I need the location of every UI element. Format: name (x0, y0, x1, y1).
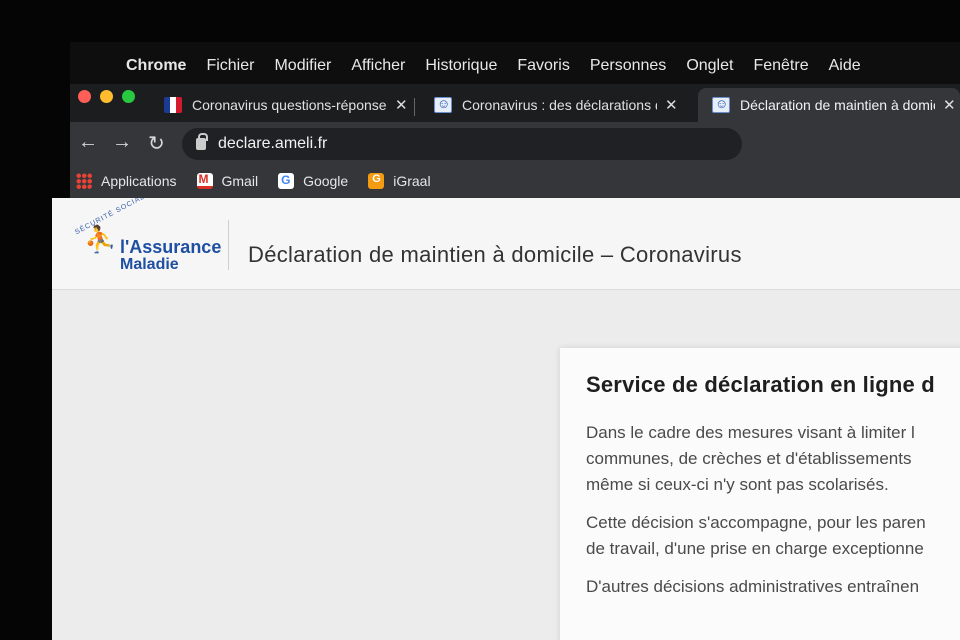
tab-coronavirus-questions[interactable]: Coronavirus questions-réponses ✕ (150, 88, 410, 122)
reload-icon[interactable]: ↻ (148, 131, 165, 156)
bookmark-google[interactable]: Google (278, 173, 348, 189)
close-tab-icon[interactable]: ✕ (665, 96, 678, 114)
text-line: D'autres décisions administratives entra… (586, 577, 920, 596)
assurance-maladie-logo[interactable]: SÉCURITÉ SOCIALE ⛹ l'Assurance Maladie (72, 198, 222, 278)
bookmark-label: Gmail (221, 173, 259, 189)
close-tab-icon[interactable]: ✕ (943, 96, 956, 114)
close-tab-icon[interactable]: ✕ (395, 96, 408, 114)
menu-bar: Chrome Fichier Modifier Afficher Histori… (70, 42, 960, 90)
bookmark-label: Google (303, 173, 349, 189)
menu-historique[interactable]: Historique (425, 57, 497, 75)
address-bar[interactable]: declare.ameli.fr (182, 128, 742, 160)
back-arrow-icon[interactable]: ← (78, 131, 98, 154)
tab-separator (414, 98, 415, 116)
apps-grid-icon (76, 173, 92, 189)
declaration-card: Service de déclaration en ligne d Dans l… (560, 348, 960, 640)
page-content: SÉCURITÉ SOCIALE ⛹ l'Assurance Maladie D… (52, 198, 960, 640)
header-divider (228, 220, 229, 270)
ameli-icon (434, 96, 452, 113)
menu-afficher[interactable]: Afficher (351, 57, 405, 75)
url-text[interactable]: declare.ameli.fr (218, 135, 327, 153)
card-paragraph-2: Cette décision s'accompagne, pour les pa… (586, 510, 960, 562)
tab-title: Coronavirus questions-réponses (192, 97, 387, 113)
menu-modifier[interactable]: Modifier (274, 57, 331, 75)
bookmarks-bar: Applications Gmail Google iGraal (70, 164, 960, 198)
tab-title: Déclaration de maintien à domicil (740, 97, 935, 113)
menu-fenetre[interactable]: Fenêtre (753, 57, 808, 75)
browser-toolbar: ← → ↻ declare.ameli.fr (70, 122, 960, 166)
close-window-button[interactable] (78, 90, 91, 103)
text-line: de travail, d'une prise en charge except… (586, 539, 924, 558)
menu-chrome[interactable]: Chrome (126, 57, 186, 75)
text-line: même si ceux-ci n'y sont pas scolarisés. (586, 475, 889, 494)
card-heading: Service de déclaration en ligne d (586, 372, 935, 397)
text-line: communes, de crèches et d'établissements (586, 449, 912, 468)
tab-title: Coronavirus : des déclarations d (462, 97, 657, 113)
menu-onglet[interactable]: Onglet (686, 57, 733, 75)
menu-personnes[interactable]: Personnes (590, 57, 667, 75)
family-figures-icon: ⛹ (84, 224, 117, 254)
google-icon (278, 173, 295, 189)
menu-favoris[interactable]: Favoris (517, 57, 569, 75)
minimize-window-button[interactable] (100, 90, 113, 103)
tab-declaration-maintien[interactable]: Déclaration de maintien à domicil ✕ (698, 88, 960, 122)
menu-fichier[interactable]: Fichier (206, 57, 254, 75)
bookmark-gmail[interactable]: Gmail (196, 172, 259, 189)
lock-icon[interactable] (196, 133, 208, 150)
card-paragraph-3: D'autres décisions administratives entra… (586, 574, 960, 600)
tab-coronavirus-declarations[interactable]: Coronavirus : des déclarations d ✕ (420, 88, 695, 122)
igraal-icon (368, 173, 385, 189)
french-flag-icon (164, 97, 182, 113)
bookmark-igraal[interactable]: iGraal (368, 173, 431, 189)
logo-line1: l'Assurance (120, 237, 222, 257)
bookmark-label: iGraal (393, 173, 431, 189)
tab-strip: Coronavirus questions-réponses ✕ Coronav… (70, 84, 960, 124)
gmail-icon (196, 172, 213, 189)
bookmark-label: Applications (101, 173, 177, 189)
menu-aide[interactable]: Aide (829, 57, 861, 75)
forward-arrow-icon[interactable]: → (112, 131, 132, 154)
text-line: Cette décision s'accompagne, pour les pa… (586, 513, 926, 532)
bookmark-applications[interactable]: Applications (76, 173, 177, 189)
site-header: SÉCURITÉ SOCIALE ⛹ l'Assurance Maladie D… (52, 198, 960, 290)
ameli-icon (712, 96, 730, 113)
window-controls (78, 90, 135, 103)
page-title: Déclaration de maintien à domicile – Cor… (248, 242, 742, 267)
card-paragraph-1: Dans le cadre des mesures visant à limit… (586, 420, 960, 498)
maximize-window-button[interactable] (122, 90, 135, 103)
logo-line2: Maladie (120, 256, 179, 273)
text-line: Dans le cadre des mesures visant à limit… (586, 423, 915, 442)
